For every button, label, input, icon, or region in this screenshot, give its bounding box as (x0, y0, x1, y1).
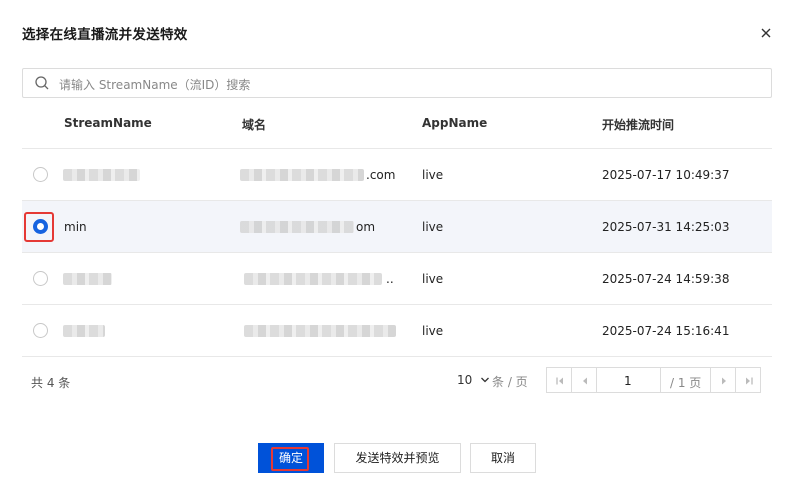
row-radio[interactable] (33, 167, 48, 182)
column-header-start-time: 开始推流时间 (602, 118, 675, 132)
search-placeholder: 请输入 StreamName（流ID）搜索 (59, 78, 251, 92)
send-preview-label: 发送特效并预览 (355, 451, 440, 465)
close-icon (761, 28, 771, 38)
next-page-icon (722, 377, 726, 385)
column-header-appname: AppName (422, 116, 488, 130)
prev-page-button[interactable] (571, 367, 597, 393)
domain-suffix: om (356, 220, 376, 234)
cancel-label: 取消 (490, 451, 515, 465)
table-row-selected[interactable]: min om live 2025-07-31 14:25:03 (22, 201, 772, 253)
app-name: live (422, 168, 444, 182)
search-input[interactable]: 请输入 StreamName（流ID）搜索 (22, 68, 772, 98)
page-number-input[interactable]: 1 (596, 367, 661, 393)
row-radio[interactable] (33, 271, 48, 286)
current-page: 1 (624, 374, 632, 388)
app-name: live (422, 220, 444, 234)
page-size-value: 10 (457, 373, 473, 387)
row-radio-checked[interactable] (33, 219, 48, 234)
cancel-button[interactable]: 取消 (470, 443, 536, 473)
stream-name: min (64, 220, 87, 234)
last-page-icon (746, 377, 753, 385)
send-effect-preview-button[interactable]: 发送特效并预览 (334, 443, 461, 473)
blurred-stream-name (63, 325, 105, 337)
total-pages-label: / 1 页 (670, 376, 702, 390)
prev-page-icon (583, 377, 587, 385)
dialog-title: 选择在线直播流并发送特效 (22, 27, 188, 43)
domain-suffix: .com (366, 168, 396, 182)
total-count: 共 4 条 (31, 376, 71, 390)
blurred-domain (244, 273, 382, 285)
total-pages: / 1 页 (661, 367, 711, 393)
column-header-domain: 域名 (242, 118, 267, 132)
start-time: 2025-07-24 14:59:38 (602, 272, 730, 286)
row-radio[interactable] (33, 323, 48, 338)
table-row[interactable]: live 2025-07-24 15:16:41 (22, 305, 772, 357)
first-page-icon (556, 377, 563, 385)
start-time: 2025-07-17 10:49:37 (602, 168, 730, 182)
start-time: 2025-07-31 14:25:03 (602, 220, 730, 234)
blurred-domain (244, 325, 396, 337)
per-page-label: 条 / 页 (492, 375, 528, 389)
table-row[interactable]: .com live 2025-07-17 10:49:37 (22, 149, 772, 201)
app-name: live (422, 272, 444, 286)
last-page-button[interactable] (735, 367, 761, 393)
column-header-streamname: StreamName (64, 116, 152, 130)
page-size-select[interactable]: 10 (457, 373, 490, 387)
search-icon (35, 76, 49, 90)
chevron-down-icon (481, 377, 490, 383)
next-page-button[interactable] (710, 367, 736, 393)
table-row[interactable]: .. live 2025-07-24 14:59:38 (22, 253, 772, 305)
start-time: 2025-07-24 15:16:41 (602, 324, 730, 338)
blurred-stream-name (63, 273, 112, 285)
confirm-label: 确定 (278, 451, 303, 465)
confirm-button[interactable]: 确定 (258, 443, 324, 473)
blurred-domain (240, 221, 354, 233)
domain-ellipsis: .. (386, 272, 394, 286)
close-button[interactable] (757, 24, 775, 42)
first-page-button[interactable] (546, 367, 572, 393)
blurred-domain (240, 169, 364, 181)
blurred-stream-name (63, 169, 140, 181)
app-name: live (422, 324, 444, 338)
